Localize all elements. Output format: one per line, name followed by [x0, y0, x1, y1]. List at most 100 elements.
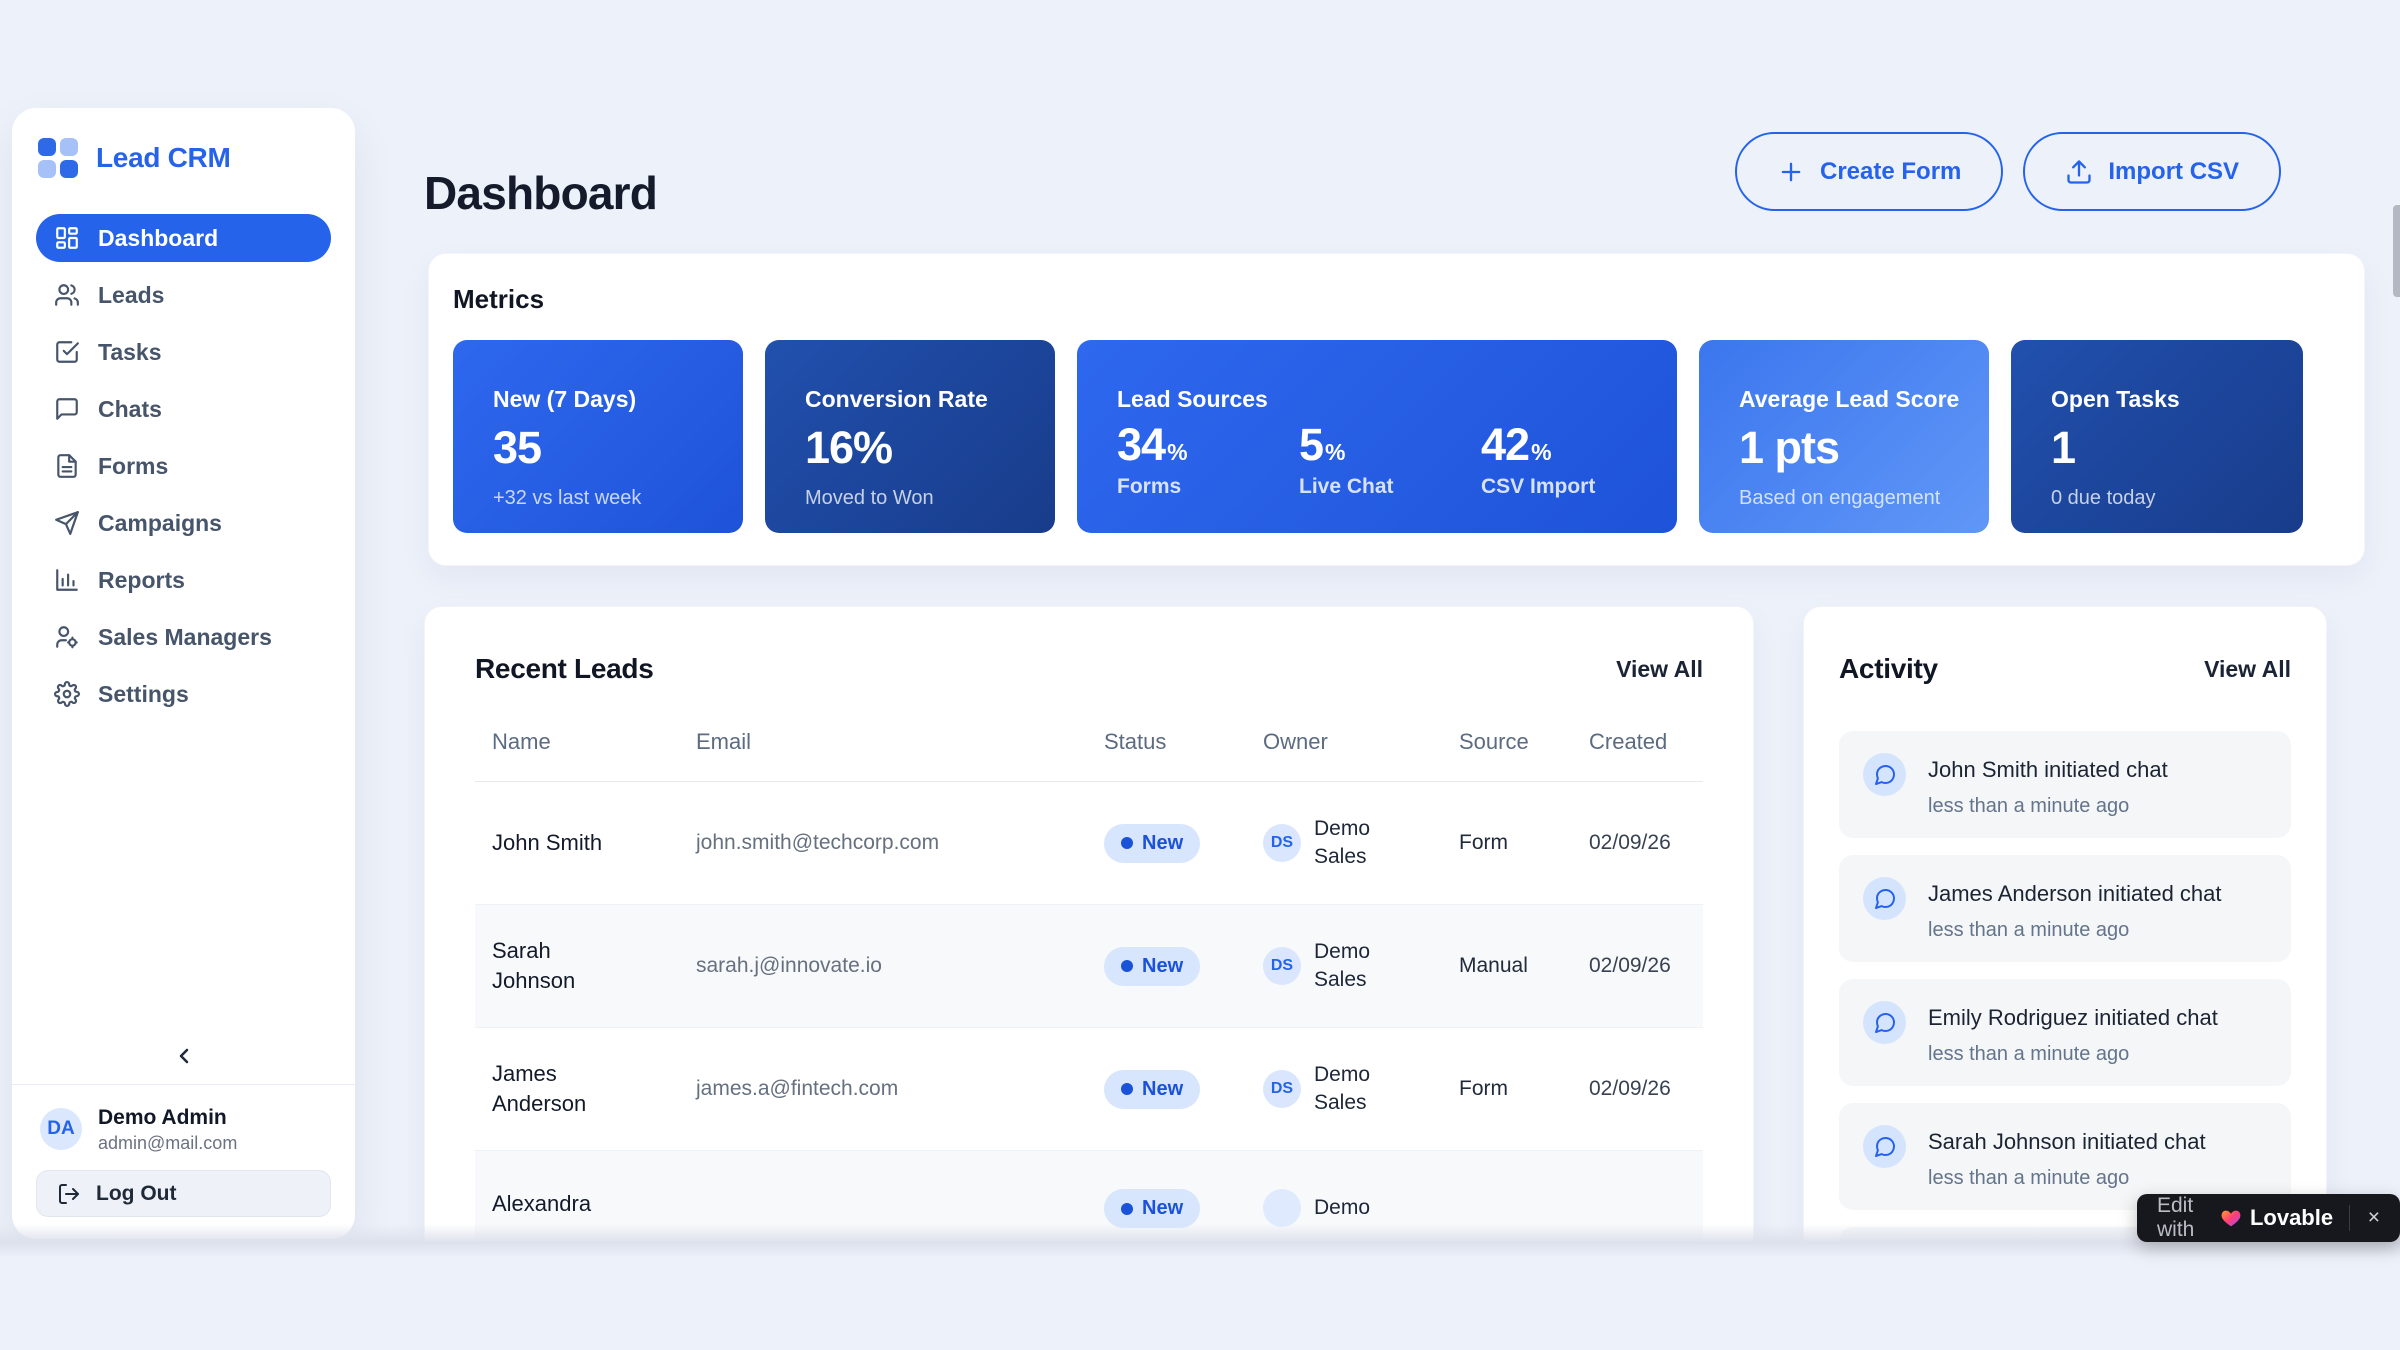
- metric-value: 35: [493, 422, 743, 474]
- log-out-icon: [57, 1182, 81, 1206]
- stat-value: 34: [1117, 419, 1165, 470]
- metric-value: 1 pts: [1739, 422, 1989, 474]
- lovable-brand: Lovable: [2220, 1205, 2333, 1231]
- lead-email: james.a@fintech.com: [696, 1077, 1104, 1101]
- sidebar-item-label: Forms: [98, 453, 168, 480]
- owner-avatar: DS: [1263, 947, 1301, 985]
- upload-icon: [2065, 158, 2093, 186]
- badge-divider: [2349, 1205, 2350, 1231]
- metric-card-average-lead-score: Average Lead Score 1 pts Based on engage…: [1699, 340, 1989, 533]
- lead-owner: DSDemo Sales: [1263, 815, 1459, 872]
- stat-live-chat: 5% Live Chat: [1299, 419, 1481, 499]
- activity-item: Emily Rodriguez initiated chat less than…: [1839, 979, 2291, 1086]
- lead-created: 02/09/26: [1589, 954, 1703, 978]
- stat-label: Forms: [1117, 475, 1299, 499]
- table-header: Name Email Status Owner Source Created: [475, 729, 1703, 782]
- sidebar-item-label: Leads: [98, 282, 164, 309]
- status-badge: New: [1104, 947, 1200, 986]
- log-out-button[interactable]: Log Out: [36, 1170, 331, 1217]
- sidebar-item-chats[interactable]: Chats: [36, 385, 331, 433]
- activity-item: John Smith initiated chat less than a mi…: [1839, 731, 2291, 838]
- activity-text: John Smith initiated chat: [1928, 757, 2168, 783]
- lead-email: john.smith@techcorp.com: [696, 831, 1104, 855]
- user-cog-icon: [54, 624, 80, 650]
- lead-name: Sarah Johnson: [475, 936, 696, 995]
- chat-bubble-icon: [1873, 887, 1897, 911]
- sidebar-item-sales-managers[interactable]: Sales Managers: [36, 613, 331, 661]
- bar-chart-icon: [54, 567, 80, 593]
- activity-text: James Anderson initiated chat: [1928, 881, 2222, 907]
- lead-source: Form: [1459, 1077, 1589, 1101]
- owner-name: Demo Sales: [1314, 815, 1378, 872]
- chat-icon-badge: [1863, 1125, 1906, 1168]
- edit-with-lovable-badge[interactable]: Edit with Lovable ×: [2137, 1194, 2400, 1242]
- sidebar-item-label: Tasks: [98, 339, 162, 366]
- import-csv-label: Import CSV: [2108, 158, 2239, 186]
- metric-subtext: +32 vs last week: [493, 487, 743, 510]
- metric-card-lead-sources: Lead Sources 34% Forms 5% Live Chat 42% …: [1077, 340, 1677, 533]
- sidebar-item-tasks[interactable]: Tasks: [36, 328, 331, 376]
- lead-name: Alexandra: [475, 1189, 696, 1219]
- activity-time: less than a minute ago: [1928, 1043, 2218, 1066]
- sidebar-item-forms[interactable]: Forms: [36, 442, 331, 490]
- activity-title: Activity: [1839, 653, 1938, 685]
- app-viewport: Lead CRM Dashboard Leads Tasks Chats For…: [0, 0, 2400, 1252]
- lead-owner: Demo: [1263, 1189, 1459, 1227]
- user-email: admin@mail.com: [98, 1133, 237, 1154]
- metric-label: Open Tasks: [2051, 386, 2303, 413]
- dashboard-icon: [54, 225, 80, 251]
- lead-email: sarah.j@innovate.io: [696, 954, 1104, 978]
- column-header-email: Email: [696, 729, 1104, 755]
- user-name: Demo Admin: [98, 1105, 237, 1130]
- owner-avatar: [1263, 1189, 1301, 1227]
- lead-created: 02/09/26: [1589, 831, 1703, 855]
- status-label: New: [1142, 1197, 1183, 1220]
- lovable-brand-label: Lovable: [2250, 1205, 2333, 1231]
- metric-subtext: Moved to Won: [805, 487, 1055, 510]
- metric-card-open-tasks: Open Tasks 1 0 due today: [2011, 340, 2303, 533]
- sidebar-item-label: Campaigns: [98, 510, 222, 537]
- table-row[interactable]: John Smith john.smith@techcorp.com New D…: [475, 782, 1703, 905]
- sidebar-item-reports[interactable]: Reports: [36, 556, 331, 604]
- stat-value: 5: [1299, 419, 1323, 470]
- lead-name: John Smith: [475, 828, 696, 858]
- chat-bubble-icon: [1873, 1011, 1897, 1035]
- sidebar-item-settings[interactable]: Settings: [36, 670, 331, 718]
- status-dot-icon: [1121, 960, 1133, 972]
- avatar: DA: [40, 1108, 82, 1150]
- activity-view-all-link[interactable]: View All: [2204, 656, 2291, 683]
- recent-leads-view-all-link[interactable]: View All: [1616, 656, 1703, 683]
- sidebar-item-dashboard[interactable]: Dashboard: [36, 214, 331, 262]
- create-form-button[interactable]: Create Form: [1735, 132, 2003, 211]
- sidebar-item-campaigns[interactable]: Campaigns: [36, 499, 331, 547]
- file-text-icon: [54, 453, 80, 479]
- chat-bubble-icon: [54, 396, 80, 422]
- import-csv-button[interactable]: Import CSV: [2023, 132, 2281, 211]
- sidebar-collapse-button[interactable]: [36, 1038, 331, 1084]
- table-row[interactable]: Sarah Johnson sarah.j@innovate.io New DS…: [475, 905, 1703, 1028]
- header-actions: Create Form Import CSV: [1735, 132, 2281, 211]
- lovable-heart-icon: [2220, 1207, 2242, 1229]
- chat-icon-badge: [1863, 753, 1906, 796]
- activity-time: less than a minute ago: [1928, 1167, 2206, 1190]
- table-row[interactable]: James Anderson james.a@fintech.com New D…: [475, 1028, 1703, 1151]
- activity-item: James Anderson initiated chat less than …: [1839, 855, 2291, 962]
- gear-icon: [54, 681, 80, 707]
- stat-unit: %: [1167, 439, 1186, 465]
- recent-leads-panel: Recent Leads View All Name Email Status …: [424, 606, 1754, 1252]
- scrollbar-thumb[interactable]: [2393, 205, 2400, 297]
- close-icon[interactable]: ×: [2362, 1206, 2386, 1230]
- column-header-owner: Owner: [1263, 729, 1459, 755]
- stat-unit: %: [1531, 439, 1550, 465]
- owner-avatar: DS: [1263, 1070, 1301, 1108]
- sidebar-item-leads[interactable]: Leads: [36, 271, 331, 319]
- activity-time: less than a minute ago: [1928, 919, 2222, 942]
- column-header-created: Created: [1589, 729, 1703, 755]
- chat-bubble-icon: [1873, 763, 1897, 787]
- activity-text: Emily Rodriguez initiated chat: [1928, 1005, 2218, 1031]
- column-header-status: Status: [1104, 729, 1263, 755]
- owner-name: Demo Sales: [1314, 938, 1378, 995]
- status-dot-icon: [1121, 1083, 1133, 1095]
- recent-leads-title: Recent Leads: [475, 653, 653, 685]
- metric-card-conversion-rate: Conversion Rate 16% Moved to Won: [765, 340, 1055, 533]
